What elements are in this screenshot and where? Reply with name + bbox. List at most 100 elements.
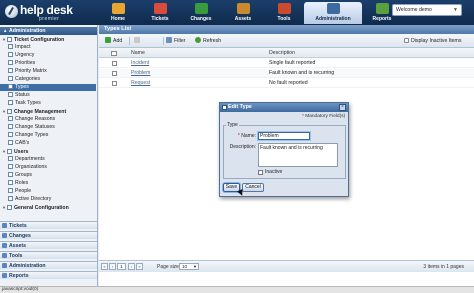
prev-page-icon[interactable]: ‹ [109,263,116,270]
sidebar-item-change-statuses[interactable]: Change Statuses [0,124,96,131]
sidebar-item-label: Status [15,92,30,98]
sidebar-item-label: CAB's [15,140,30,146]
tab-label: Reports [372,16,392,22]
tab-administration[interactable]: Administration [304,2,362,24]
row-name-link[interactable]: Incident [131,60,149,66]
close-icon[interactable]: × [339,104,346,111]
row-checkbox[interactable] [112,61,117,66]
add-button[interactable]: Add [105,37,122,45]
tab-home[interactable]: Home [98,2,138,24]
sidebar-item-users[interactable]: ▼ Users [0,148,96,155]
dialog-title: Edit Type [228,104,252,110]
sidebar-item-task-types[interactable]: Task Types [0,100,96,107]
user-menu-label: Welcome demo [396,7,432,13]
first-page-icon[interactable]: « [101,263,108,270]
sidebar-item-roles[interactable]: Roles [0,180,96,187]
sidebar-item-change-reasons[interactable]: Change Reasons [0,116,96,123]
table-row[interactable]: Problem Fault known and is recurring [99,69,474,78]
sidebar-item-priority-matrix[interactable]: Priority Matrix [0,68,96,75]
tab-changes[interactable]: Changes [181,2,221,24]
sidebar-item-organizations[interactable]: Organizations [0,164,96,171]
sidebar-item-priorities[interactable]: Priorities [0,60,96,67]
sidebar-item-general-configuration[interactable]: ▼ General Configuration [0,204,96,211]
tools-icon [278,3,291,14]
sidebar-item-departments[interactable]: Departments [0,156,96,163]
sidebar-section-tools[interactable]: Tools [0,251,97,259]
row-name-link[interactable]: Problem [131,70,150,76]
tab-tickets[interactable]: Tickets [140,2,180,24]
sidebar-item-label: Task Types [15,100,41,106]
next-page-icon[interactable]: › [128,263,135,270]
row-name-link[interactable]: Request [131,80,150,86]
sidebar-section-tickets[interactable]: Tickets [0,221,97,229]
sidebar-item-categories[interactable]: Categories [0,76,96,83]
tab-label: Changes [190,16,212,22]
assets-icon [237,3,250,14]
sidebar-item-label: Impact [15,44,31,50]
item-icon [8,196,13,201]
sidebar-item-types[interactable]: Types [0,84,96,91]
toolbar-separator [163,37,164,45]
sidebar-item-label: Organizations [15,164,48,170]
sidebar-item-label: Active Directory [15,196,52,202]
description-label: Description: [229,144,256,150]
filter-button[interactable]: Filter [166,37,186,45]
pager: « ‹ 1 › » Page size: 10 ▼ 3 items in 1 pa… [99,260,474,272]
description-textarea[interactable]: Fault known and is recurring [258,143,338,167]
row-checkbox[interactable] [112,71,117,76]
logo-mark-icon [5,5,18,18]
display-inactive-toggle[interactable]: Display Inactive Items [404,37,461,45]
row-checkbox[interactable] [112,81,117,86]
sidebar-item-active-directory[interactable]: Active Directory [0,196,96,203]
sidebar-item-label: Priority Matrix [15,68,47,74]
refresh-button[interactable]: Refresh [195,37,221,45]
toolbar-separator [129,37,130,45]
page-size-select[interactable]: 10 ▼ [179,263,199,270]
sidebar-item-change-types[interactable]: Change Types [0,132,96,139]
browser-status-bar: javascript:void(0) [0,286,474,293]
sidebar-section-label: Tickets [9,223,27,229]
folder-icon [7,109,12,114]
sidebar-item-change-management[interactable]: ▼ Change Management [0,108,96,115]
sidebar-section-label: Reports [9,273,29,279]
mandatory-note-text: Mandatory Field(s) [305,114,346,119]
administration-icon [327,3,340,14]
table-row[interactable]: Request No fault reported [99,79,474,88]
sidebar-item-ticket-configuration[interactable]: ▼ Ticket Configuration [0,36,96,43]
inactive-checkbox[interactable] [258,170,263,175]
sidebar-item-people[interactable]: People [0,188,96,195]
sidebar-item-impact[interactable]: Impact [0,44,96,51]
item-icon [8,52,13,57]
table-row[interactable]: Incident Single fault reported [99,59,474,68]
tab-assets[interactable]: Assets [223,2,263,24]
dialog-title-bar[interactable]: Edit Type [220,103,348,112]
user-menu[interactable]: Welcome demo ▼ [392,4,462,16]
column-header-name[interactable]: Name [131,50,145,56]
row-description: Single fault reported [269,60,316,66]
sidebar-item-status[interactable]: Status [0,92,96,99]
tab-tools[interactable]: Tools [264,2,304,24]
select-all-checkbox[interactable] [111,51,117,56]
tab-label: Tools [277,16,291,22]
sidebar-section-changes[interactable]: Changes [0,231,97,239]
sidebar-header[interactable]: ▲ Administration [0,27,97,35]
delete-icon [134,37,140,43]
sidebar-section-assets[interactable]: Assets [0,241,97,249]
sidebar-section-administration[interactable]: Administration [0,261,97,269]
sidebar-item-groups[interactable]: Groups [0,172,96,179]
row-description: Fault known and is recurring [269,70,335,76]
name-input[interactable]: Problem [257,131,311,141]
sidebar-item-label: Ticket Configuration [14,37,65,43]
cancel-button[interactable]: Cancel [242,183,264,192]
delete-button[interactable] [134,37,142,45]
page-number-input[interactable]: 1 [117,263,126,270]
sidebar-item-cab-s[interactable]: CAB's [0,140,96,147]
sidebar-item-urgency[interactable]: Urgency [0,52,96,59]
sidebar-section-reports[interactable]: Reports [0,271,97,279]
sidebar-section-label: Administration [9,263,46,269]
column-header-description[interactable]: Description [269,50,295,56]
last-page-icon[interactable]: » [136,263,143,270]
filter-button-label: Filter [174,38,186,44]
app-logo[interactable]: help desk premier [3,2,98,23]
item-icon [8,60,13,65]
